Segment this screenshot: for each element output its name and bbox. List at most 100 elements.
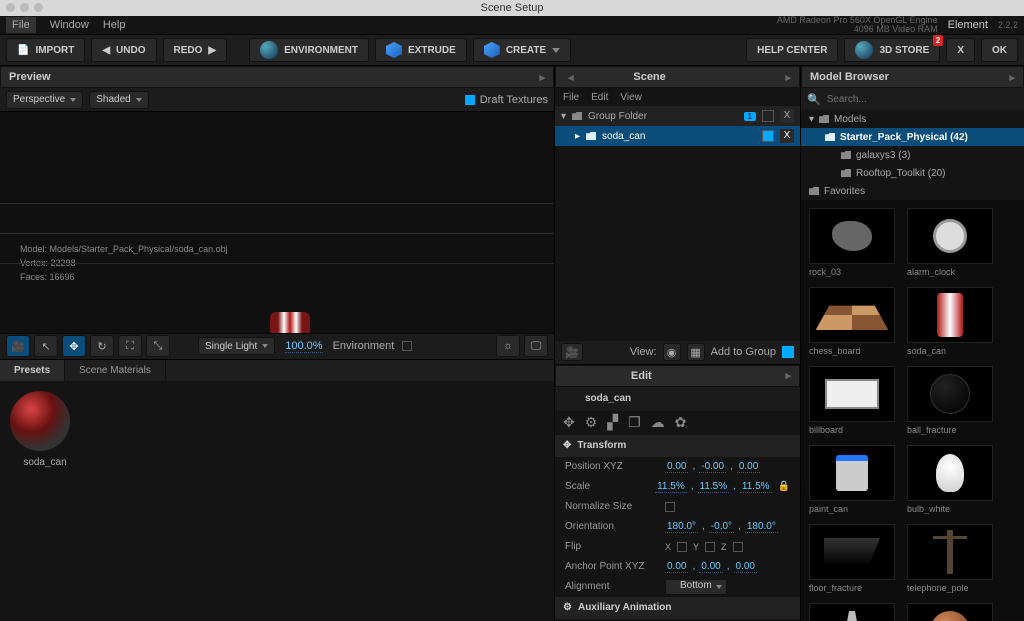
position-values[interactable]: 0.00,-0.00,0.00 — [665, 461, 760, 473]
chevron-right-icon[interactable]: ▸ — [539, 71, 545, 84]
camera-icon[interactable]: 🎥 — [561, 343, 583, 361]
thumb-chess-board[interactable]: chess_board — [809, 287, 895, 356]
viewport-3d[interactable]: Model: Models/Starter_Pack_Physical/soda… — [0, 112, 554, 333]
scene-menu-edit[interactable]: Edit — [591, 92, 608, 103]
redo-button[interactable]: REDO▶ — [163, 38, 228, 62]
gear2-icon[interactable]: ✿ — [675, 414, 687, 431]
move-tool[interactable]: ✥ — [62, 335, 86, 357]
cube-icon — [484, 42, 500, 58]
anchor-values[interactable]: 0.00,0.00,0.00 — [665, 561, 757, 573]
thumb-rock[interactable]: rock_03 — [809, 208, 895, 277]
flip-z[interactable] — [733, 542, 743, 552]
menubar: File Window Help AMD Radeon Pro 560X Ope… — [0, 16, 1024, 34]
search-input[interactable] — [827, 94, 1018, 105]
delete-group[interactable]: X — [780, 109, 794, 123]
main-toolbar: 📄IMPORT ◀UNDO REDO▶ ENVIRONMENT EXTRUDE … — [0, 34, 1024, 66]
close-button[interactable]: X — [946, 38, 975, 62]
move-icon[interactable]: ✥ — [563, 414, 575, 431]
alignment-label: Alignment — [565, 581, 665, 592]
copy-icon[interactable]: ❐ — [628, 414, 641, 431]
vram-label: 4096 MB Video RAM — [777, 25, 938, 34]
scene-menu-file[interactable]: File — [563, 92, 579, 103]
thumb-telephone-pole[interactable]: telephone_pole — [907, 524, 993, 593]
checker-icon[interactable]: ▞ — [607, 414, 618, 431]
group-folder-row[interactable]: ▾ Group Folder 1 X — [555, 106, 800, 126]
model-soda-can[interactable] — [270, 312, 310, 333]
rotate-tool[interactable]: ↻ — [90, 335, 114, 357]
help-center-button[interactable]: HELP CENTER — [746, 38, 838, 62]
3d-store-button[interactable]: 3D STORE2 — [844, 38, 940, 62]
presets-body: soda_can — [0, 381, 554, 621]
thumb-billboard[interactable]: billboard — [809, 366, 895, 435]
shade-mode-dropdown[interactable]: Shaded — [89, 91, 148, 109]
titlebar: Scene Setup — [0, 0, 1024, 16]
anchor-label: Anchor Point XYZ — [565, 561, 665, 572]
tree-models[interactable]: ▾Models — [801, 110, 1024, 128]
anchor-tool[interactable]: ⤡ — [146, 335, 170, 357]
thumb-alarm-clock[interactable]: alarm_clock — [907, 208, 993, 277]
thumb-paint-can[interactable]: paint_can — [809, 445, 895, 514]
material-thumb[interactable]: soda_can — [10, 391, 80, 468]
edit-body: soda_can ✥ ⚙ ▞ ❐ ☁ ✿ ✥Transform Position… — [555, 387, 800, 621]
view-mode-dropdown[interactable]: Perspective — [6, 91, 83, 109]
scene-menu-view[interactable]: View — [620, 92, 642, 103]
environment-button[interactable]: ENVIRONMENT — [249, 38, 369, 62]
thumb-item[interactable] — [809, 603, 895, 621]
thumb-soda-can[interactable]: soda_can — [907, 287, 993, 356]
tree-starter-pack[interactable]: Starter_Pack_Physical (42) — [801, 128, 1024, 146]
camera-tool[interactable]: 🎥 — [6, 335, 30, 357]
presets-tabs: Presets Scene Materials — [0, 359, 554, 381]
visibility-toggle[interactable] — [762, 110, 774, 122]
tree-favorites[interactable]: Favorites — [801, 182, 1024, 200]
ok-button[interactable]: OK — [981, 38, 1018, 62]
thumb-floor-fracture[interactable]: floor_fracture — [809, 524, 895, 593]
thumb-ball-fracture[interactable]: ball_fracture — [907, 366, 993, 435]
preview-subbar: Perspective Shaded Draft Textures — [0, 88, 554, 112]
add-to-group-button[interactable]: Add to Group — [711, 346, 776, 358]
flip-label: Flip — [565, 541, 665, 552]
lock-icon[interactable]: 🔒 — [778, 481, 790, 492]
menu-file[interactable]: File — [6, 17, 36, 33]
light-dropdown[interactable]: Single Light — [198, 337, 275, 355]
tab-presets[interactable]: Presets — [0, 360, 65, 381]
tree-galaxy[interactable]: galaxys3 (3) — [801, 146, 1024, 164]
gear-icon[interactable]: ⚙ — [585, 414, 598, 431]
thumb-bulb-white[interactable]: bulb_white — [907, 445, 993, 514]
tree-rooftop[interactable]: Rooftop_Toolkit (20) — [801, 164, 1024, 182]
menu-help[interactable]: Help — [103, 19, 126, 31]
edit-object-row: soda_can — [555, 387, 800, 411]
brightness-button[interactable]: ☼ — [496, 335, 520, 357]
globe-icon — [855, 41, 873, 59]
orientation-values[interactable]: 180.0°,-0.0°,180.0° — [665, 521, 778, 533]
draft-textures-toggle[interactable] — [465, 95, 475, 105]
scale-values[interactable]: 11.5%,11.5%,11.5% — [655, 481, 771, 493]
tab-scene-materials[interactable]: Scene Materials — [65, 360, 166, 381]
add-group-toggle[interactable] — [782, 346, 794, 358]
visibility-toggle[interactable] — [762, 130, 774, 142]
create-button[interactable]: CREATE — [473, 38, 571, 62]
view-sphere[interactable]: ◉ — [663, 343, 681, 361]
flip-y[interactable] — [705, 542, 715, 552]
browser-tree: ▾Models Starter_Pack_Physical (42) galax… — [801, 110, 1024, 200]
undo-button[interactable]: ◀UNDO — [91, 38, 156, 62]
window-controls[interactable] — [6, 3, 43, 12]
thumb-item[interactable] — [907, 603, 993, 621]
menu-window[interactable]: Window — [50, 19, 89, 31]
select-tool[interactable]: ↖ — [34, 335, 58, 357]
environment-toggle[interactable] — [402, 341, 412, 351]
display-button[interactable]: 🖵 — [524, 335, 548, 357]
aux-header[interactable]: ⚙Auxiliary Animation — [555, 597, 800, 619]
transform-header[interactable]: ✥Transform — [555, 435, 800, 457]
flip-x[interactable] — [677, 542, 687, 552]
scale-tool[interactable]: ⛶ — [118, 335, 142, 357]
model-browser-header: Model Browser▸ — [801, 66, 1024, 88]
scene-item-soda-can[interactable]: ▸ soda_can X — [555, 126, 800, 146]
view-grid[interactable]: ▦ — [687, 343, 705, 361]
import-button[interactable]: 📄IMPORT — [6, 38, 85, 62]
light-percent[interactable]: 100.0% — [285, 340, 322, 353]
alignment-dropdown[interactable]: Bottom — [665, 579, 727, 595]
extrude-button[interactable]: EXTRUDE — [375, 38, 467, 62]
delete-item[interactable]: X — [780, 129, 794, 143]
normalize-toggle[interactable] — [665, 502, 675, 512]
cloud-icon[interactable]: ☁ — [651, 414, 665, 431]
